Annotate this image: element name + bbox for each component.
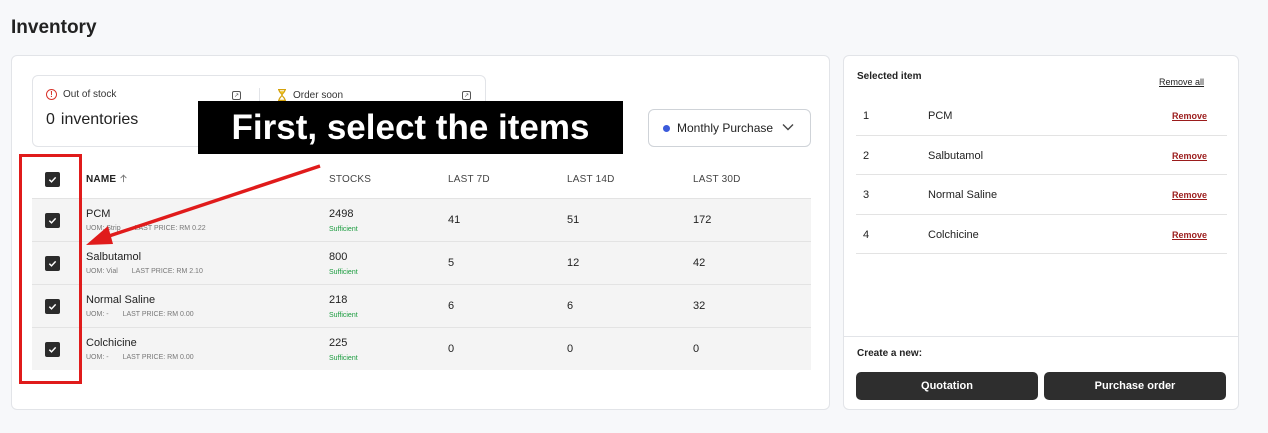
- selected-item: 1 PCM Remove: [856, 96, 1227, 136]
- period-select-value: Monthly Purchase: [677, 121, 774, 135]
- item-last30: 32: [693, 300, 706, 312]
- item-stock: 225: [329, 337, 348, 349]
- table-body: PCM UOM: Strip LAST PRICE: RM 0.22 2498 Suff…: [32, 198, 811, 370]
- table-row[interactable]: Salbutamol UOM: Vial LAST PRICE: RM 2.10 80…: [32, 241, 811, 284]
- item-uom: UOM: -: [86, 311, 109, 318]
- header-name[interactable]: NAME: [86, 174, 128, 185]
- table-header: NAME STOCKS LAST 7D LAST 14D LAST 30D: [32, 163, 811, 198]
- header-last30: LAST 30D: [693, 174, 741, 185]
- item-last7: 5: [448, 257, 455, 269]
- out-of-stock-label: Out of stock: [63, 89, 117, 100]
- selected-item-index: 4: [863, 228, 870, 241]
- order-soon-label: Order soon: [293, 89, 344, 101]
- header-last7: LAST 7D: [448, 174, 490, 185]
- item-last14: 51: [567, 214, 580, 226]
- selected-title: Selected item: [857, 71, 922, 82]
- item-meta: UOM: Vial LAST PRICE: RM 2.10: [86, 268, 203, 275]
- item-status: Sufficient: [329, 355, 358, 362]
- selected-item: 2 Salbutamol Remove: [856, 136, 1227, 175]
- item-last7: 41: [448, 214, 461, 226]
- order-soon-stat[interactable]: Order soon ↗: [259, 88, 487, 102]
- item-name: PCM: [86, 208, 111, 220]
- item-last-price: LAST PRICE: RM 0.00: [122, 354, 194, 361]
- table-row[interactable]: Colchicine UOM: - LAST PRICE: RM 0.00 225 Su…: [32, 327, 811, 370]
- expand-icon[interactable]: ↗: [462, 91, 471, 100]
- item-stock: 2498: [329, 208, 354, 220]
- header-last14: LAST 14D: [567, 174, 615, 185]
- item-last14: 6: [567, 300, 574, 312]
- selected-item-name: PCM: [928, 110, 953, 122]
- selected-item-index: 1: [863, 110, 870, 122]
- item-status: Sufficient: [329, 226, 358, 233]
- item-last14: 0: [567, 343, 574, 355]
- out-of-stock-count: 0: [46, 111, 55, 128]
- selected-item-name: Colchicine: [928, 228, 979, 241]
- item-name: Salbutamol: [86, 251, 142, 263]
- create-label: Create a new:: [857, 348, 923, 359]
- item-uom: UOM: Strip: [86, 225, 121, 232]
- header-stocks: STOCKS: [329, 174, 372, 185]
- inventory-table: NAME STOCKS LAST 7D LAST 14D LAST 30D PC…: [32, 163, 811, 370]
- expand-icon[interactable]: ↗: [232, 91, 241, 100]
- sort-up-icon: [120, 174, 127, 183]
- remove-all-link[interactable]: Remove all: [1159, 77, 1204, 87]
- item-last-price: LAST PRICE: RM 2.10: [131, 268, 203, 275]
- table-row[interactable]: Normal Saline UOM: - LAST PRICE: RM 0.00 21…: [32, 284, 811, 327]
- selected-item-name: Normal Saline: [928, 189, 998, 201]
- period-dot-icon: [663, 124, 670, 132]
- create-section: Create a new: Quotation Purchase order: [844, 336, 1238, 410]
- remove-link[interactable]: Remove: [1172, 111, 1207, 121]
- selected-item-name: Salbutamol: [928, 149, 984, 162]
- item-uom: UOM: -: [86, 354, 109, 361]
- selected-item-index: 3: [863, 189, 870, 201]
- item-last14: 12: [567, 257, 580, 269]
- item-last7: 0: [448, 343, 455, 355]
- annotation-callout: First, select the items: [198, 101, 623, 154]
- item-uom: UOM: Vial: [86, 268, 118, 275]
- selected-list: 1 PCM Remove 2 Salbutamol Remove 3 Normal Salin…: [856, 96, 1227, 254]
- chevron-down-icon: [782, 124, 794, 131]
- item-last7: 6: [448, 300, 455, 312]
- item-last-price: LAST PRICE: RM 0.00: [122, 311, 194, 318]
- item-last30: 172: [693, 214, 712, 226]
- table-row[interactable]: PCM UOM: Strip LAST PRICE: RM 0.22 2498 Suff…: [32, 198, 811, 241]
- item-name: Normal Saline: [86, 294, 156, 306]
- remove-link[interactable]: Remove: [1172, 190, 1207, 200]
- item-last-price: LAST PRICE: RM 0.22: [134, 225, 206, 232]
- out-of-stock-unit: inventories: [60, 111, 139, 128]
- remove-link[interactable]: Remove: [1172, 230, 1207, 240]
- item-meta: UOM: - LAST PRICE: RM 0.00: [86, 311, 194, 318]
- item-meta: UOM: Strip LAST PRICE: RM 0.22: [86, 225, 206, 232]
- purchase-order-button[interactable]: Purchase order: [1044, 372, 1226, 400]
- item-meta: UOM: - LAST PRICE: RM 0.00: [86, 354, 194, 361]
- out-of-stock-value: 0 inventories: [46, 111, 138, 129]
- annotation-highlight-box: [19, 154, 82, 384]
- quotation-button[interactable]: Quotation: [856, 372, 1038, 400]
- item-stock: 218: [329, 294, 348, 306]
- item-status: Sufficient: [329, 312, 358, 319]
- item-last30: 42: [693, 257, 706, 269]
- item-stock: 800: [329, 251, 348, 263]
- period-select[interactable]: Monthly Purchase: [648, 109, 811, 147]
- hourglass-icon: [278, 89, 286, 101]
- selected-item: 4 Colchicine Remove: [856, 215, 1227, 254]
- selected-panel: Selected item Remove all 1 PCM Remove 2 Salb…: [843, 55, 1239, 410]
- page-title: Inventory: [11, 17, 97, 38]
- selected-item-index: 2: [863, 149, 870, 162]
- selected-item: 3 Normal Saline Remove: [856, 175, 1227, 215]
- item-status: Sufficient: [329, 269, 358, 276]
- item-name: Colchicine: [86, 337, 137, 349]
- item-last30: 0: [693, 343, 700, 355]
- remove-link[interactable]: Remove: [1172, 151, 1207, 161]
- alert-icon: !: [46, 89, 57, 100]
